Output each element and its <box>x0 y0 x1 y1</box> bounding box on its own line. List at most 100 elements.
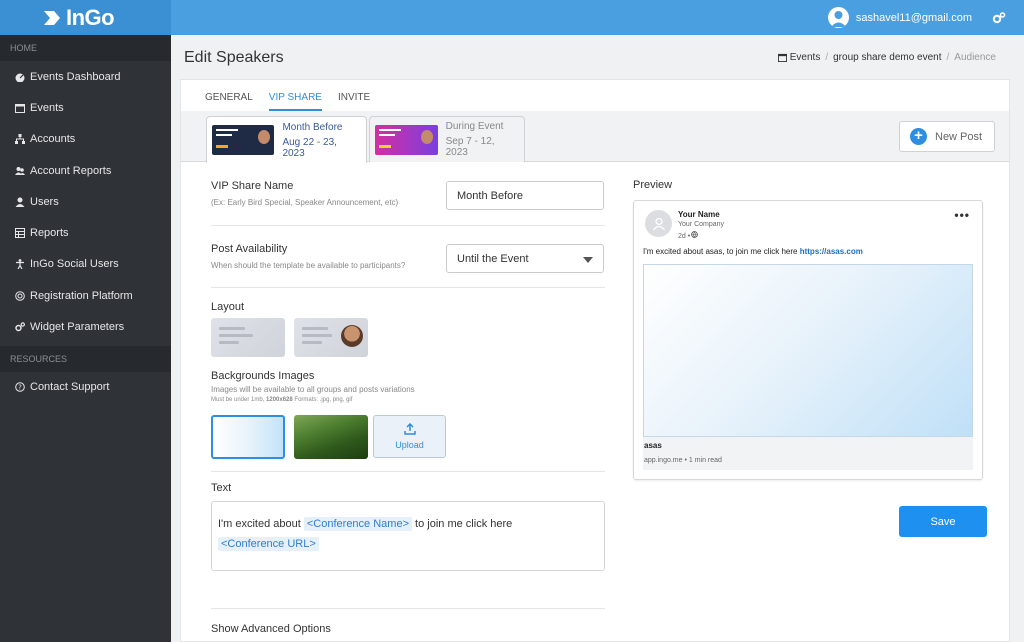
background-option-gradient[interactable] <box>211 415 285 459</box>
sidebar-item-label: Contact Support <box>30 381 110 394</box>
sidebar-section-resources: RESOURCES <box>0 345 171 372</box>
user-email: sashavel11@gmail.com <box>855 11 972 24</box>
sidebar-item-label: Users <box>30 195 59 208</box>
sidebar-item-label: Accounts <box>30 133 76 146</box>
sidebar-item-events-dashboard[interactable]: Events Dashboard <box>0 61 171 92</box>
variant-tab-month-before[interactable]: Month Before Aug 22 - 23, 2023 <box>206 116 367 163</box>
preview-time-text: 2d • <box>678 233 691 240</box>
variant-tab-during-event[interactable]: During Event Sep 7 - 12, 2023 <box>369 116 525 162</box>
availability-select[interactable]: Until the Event <box>446 244 604 273</box>
post-preview: Your Name Your Company 2d • ••• I'm exci… <box>633 200 983 480</box>
preview-footer-title: asas <box>644 441 662 450</box>
sidebar-item-ingo-social-users[interactable]: InGo Social Users <box>0 249 171 280</box>
settings-gear-icon[interactable] <box>992 11 1006 24</box>
tab-invite[interactable]: INVITE <box>338 92 370 111</box>
speaker-photo <box>341 325 363 347</box>
variant-name: During Event <box>445 121 504 132</box>
preview-footer: asas app.ingo.me • 1 min read <box>643 437 973 470</box>
availability-hint: When should the template be available to… <box>211 261 406 270</box>
preview-name: Your Name <box>678 210 720 219</box>
upload-icon <box>403 423 416 435</box>
preview-text-body: I'm excited about asas, to join me click… <box>643 247 800 256</box>
sidebar-item-accounts[interactable]: Accounts <box>0 124 171 155</box>
more-options-icon[interactable]: ••• <box>954 208 970 222</box>
upload-button[interactable]: Upload <box>373 415 446 458</box>
breadcrumb: Events / group share demo event / Audien… <box>777 52 996 63</box>
share-name-hint: (Ex: Early Bird Special, Speaker Announc… <box>211 198 399 207</box>
tab-vip-share[interactable]: VIP SHARE <box>268 92 322 111</box>
logo[interactable]: InGo <box>0 0 171 35</box>
sidebar-item-label: Widget Parameters <box>30 321 125 334</box>
user-menu[interactable]: sashavel11@gmail.com <box>827 0 1006 35</box>
layout-option-photo[interactable] <box>294 318 368 357</box>
backgrounds-hint: Images will be available to all groups a… <box>211 385 415 394</box>
tab-general[interactable]: GENERAL <box>205 92 253 111</box>
breadcrumb-separator: / <box>825 52 829 63</box>
preview-link[interactable]: https://asas.com <box>800 247 863 256</box>
sidebar-item-label: Reports <box>30 227 69 240</box>
variant-dates: Sep 7 - 12, 2023 <box>445 136 495 158</box>
sidebar: HOME Events Dashboard Events Accounts Ac… <box>0 35 171 642</box>
sidebar-item-events[interactable]: Events <box>0 92 171 123</box>
preview-text: I'm excited about asas, to join me click… <box>643 247 863 256</box>
show-advanced-options-link[interactable]: Show Advanced Options <box>211 623 331 635</box>
layout-option-text[interactable] <box>211 318 285 357</box>
breadcrumb-separator: / <box>946 52 950 63</box>
gears-icon <box>15 322 25 332</box>
caret-down-icon <box>583 257 593 263</box>
question-icon: ? <box>15 382 25 393</box>
text-part: to join me click here <box>412 518 513 530</box>
availability-value: Until the Event <box>457 252 529 265</box>
preview-company: Your Company <box>678 221 725 228</box>
size-note-part: Formats: .jpg, png, gif <box>292 397 353 403</box>
sidebar-item-contact-support[interactable]: ? Contact Support <box>0 372 171 403</box>
text-label: Text <box>211 482 232 494</box>
table-icon <box>15 228 25 239</box>
sidebar-item-reports[interactable]: Reports <box>0 217 171 248</box>
logo-text: InGo <box>66 4 115 30</box>
breadcrumb-event[interactable]: group share demo event <box>833 52 941 63</box>
divider <box>211 287 605 288</box>
preview-label: Preview <box>633 179 673 191</box>
tab-bar: GENERAL VIP SHARE INVITE <box>205 92 386 111</box>
backgrounds-size-note: Must be under 1mb, 1200x628 Formats: .jp… <box>211 397 352 403</box>
user-icon <box>15 197 25 207</box>
tag-conference-url[interactable]: <Conference URL> <box>218 537 319 551</box>
person-icon <box>16 259 24 270</box>
sitemap-icon <box>15 134 25 145</box>
sidebar-item-account-reports[interactable]: Account Reports <box>0 155 171 186</box>
edit-card: GENERAL VIP SHARE INVITE Month Before Au… <box>180 79 1010 642</box>
size-note-part: Must be under 1mb, <box>211 397 267 403</box>
ingo-logo-icon <box>44 10 60 25</box>
dashboard-icon <box>15 73 25 82</box>
sidebar-item-widget-parameters[interactable]: Widget Parameters <box>0 311 171 342</box>
breadcrumb-events[interactable]: Events <box>790 52 821 63</box>
sidebar-section-home: HOME <box>0 35 171 61</box>
target-icon <box>15 290 25 301</box>
variant-dates: Aug 22 - 23, 2023 <box>282 136 337 159</box>
sidebar-item-label: Registration Platform <box>30 289 133 302</box>
calendar-icon <box>777 53 787 62</box>
background-option-hills[interactable] <box>294 415 368 459</box>
save-button[interactable]: Save <box>899 506 987 537</box>
new-post-button[interactable]: + New Post <box>899 121 995 152</box>
share-name-label: VIP Share Name <box>211 180 294 192</box>
share-name-input[interactable]: Month Before <box>446 181 604 210</box>
sidebar-item-registration-platform[interactable]: Registration Platform <box>0 280 171 311</box>
svg-text:?: ? <box>18 384 22 392</box>
globe-icon <box>691 231 699 238</box>
variant-thumbnail <box>375 124 438 155</box>
divider <box>211 608 605 609</box>
backgrounds-label: Backgrounds Images <box>211 370 315 382</box>
sidebar-item-label: InGo Social Users <box>30 258 119 271</box>
preview-avatar-icon <box>645 210 672 237</box>
divider <box>211 225 605 226</box>
size-note-dimensions: 1200x628 <box>266 397 293 403</box>
sidebar-item-label: Account Reports <box>30 164 112 177</box>
tag-conference-name[interactable]: <Conference Name> <box>303 517 412 531</box>
availability-label: Post Availability <box>211 243 288 255</box>
post-text-editor[interactable]: I'm excited about <Conference Name> to j… <box>211 501 605 571</box>
variant-name: Month Before <box>282 121 343 133</box>
variants-bar: Month Before Aug 22 - 23, 2023 During Ev… <box>181 111 1009 163</box>
sidebar-item-users[interactable]: Users <box>0 186 171 217</box>
